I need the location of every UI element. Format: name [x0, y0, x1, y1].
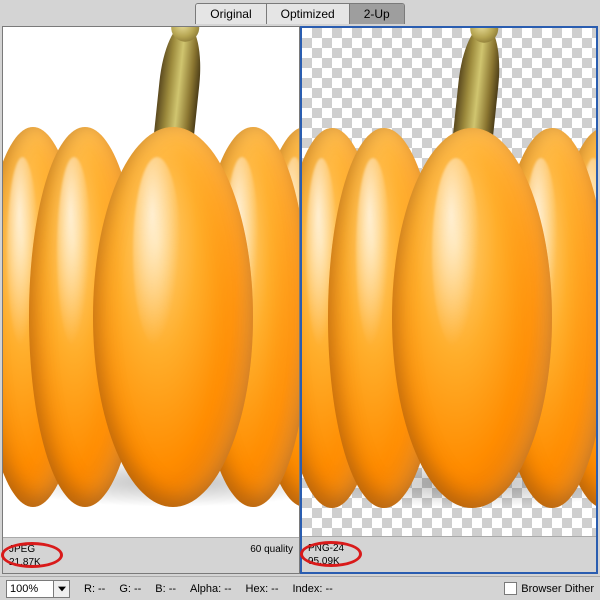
readout-b: B:-- [155, 583, 176, 595]
readout-hex: Hex:-- [246, 583, 279, 595]
filesize-label: 21.87K [9, 556, 41, 569]
format-label: JPEG [9, 543, 41, 556]
readout-r: R:-- [84, 583, 105, 595]
filesize-label: 95.09K [308, 555, 344, 568]
preview-panel-original[interactable]: JPEG 21.87K 60 quality [2, 26, 300, 574]
checkbox-label: Browser Dither [521, 583, 594, 595]
preview-panels: JPEG 21.87K 60 quality [0, 24, 600, 576]
format-label: PNG-24 [308, 542, 344, 555]
info-bar-optimized: PNG-24 95.09K [302, 536, 596, 572]
readout-index: Index:-- [293, 583, 333, 595]
readout-g: G:-- [119, 583, 141, 595]
tab-2up[interactable]: 2-Up [350, 4, 404, 24]
zoom-selector[interactable] [6, 580, 70, 598]
tab-optimized[interactable]: Optimized [267, 4, 350, 24]
tab-original[interactable]: Original [196, 4, 266, 24]
quality-label: 60 quality [250, 543, 293, 556]
zoom-input[interactable] [6, 580, 54, 598]
view-mode-tabbar: Original Optimized 2-Up [0, 0, 600, 24]
checkbox-box[interactable] [504, 582, 517, 595]
preview-canvas-optimized[interactable] [302, 28, 596, 536]
info-bar-original: JPEG 21.87K 60 quality [3, 537, 299, 573]
preview-canvas-original[interactable] [3, 27, 299, 537]
browser-dither-checkbox[interactable]: Browser Dither [504, 582, 594, 595]
zoom-dropdown-button[interactable] [54, 580, 70, 598]
status-bar: R:-- G:-- B:-- Alpha:-- Hex:-- Index:-- … [0, 576, 600, 600]
chevron-down-icon [58, 586, 66, 592]
readout-alpha: Alpha:-- [190, 583, 232, 595]
preview-panel-optimized[interactable]: PNG-24 95.09K [300, 26, 598, 574]
